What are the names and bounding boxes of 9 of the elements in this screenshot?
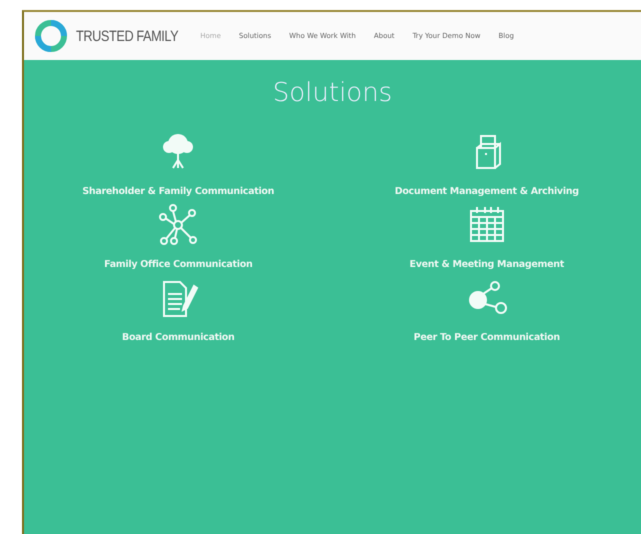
ring-logo-icon xyxy=(32,17,70,55)
solution-label: Shareholder & Family Communication xyxy=(82,186,274,197)
solution-label: Family Office Communication xyxy=(104,259,252,270)
solution-label: Board Communication xyxy=(122,332,234,343)
brand-name: TRUSTED FAMILY xyxy=(76,28,178,44)
section-heading: Solutions xyxy=(272,78,392,108)
solution-label: Peer To Peer Communication xyxy=(414,332,560,343)
solution-label: Event & Meeting Management xyxy=(410,259,564,270)
solution-label: Document Management & Archiving xyxy=(394,186,579,197)
